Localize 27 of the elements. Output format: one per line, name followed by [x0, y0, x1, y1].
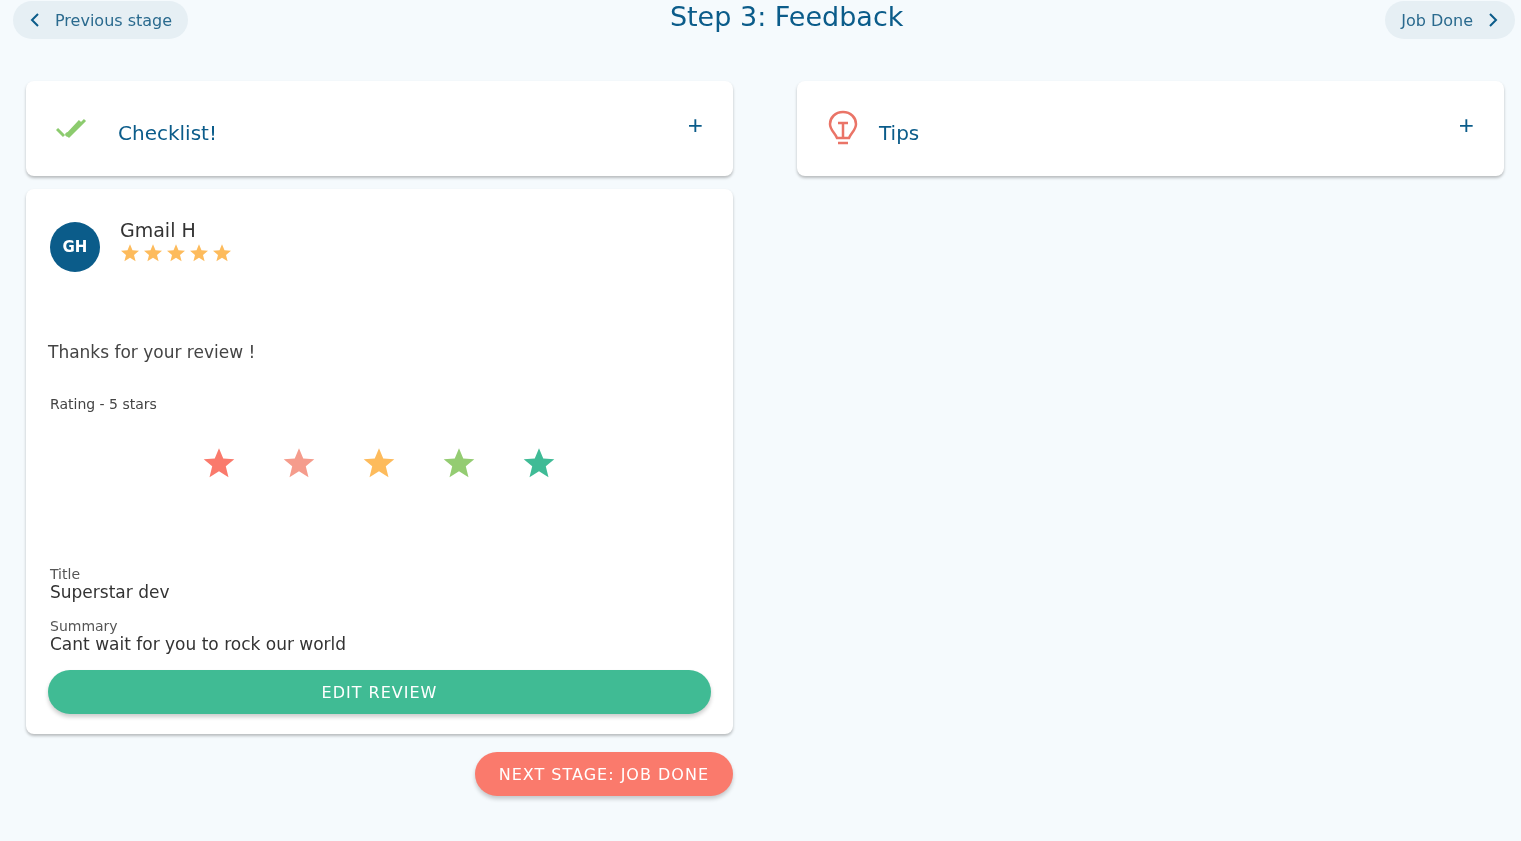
page-title: Step 3: Feedback [669, 0, 904, 32]
chevron-right-icon [1487, 12, 1499, 28]
panel-title: Tips [879, 120, 921, 145]
job-done-button[interactable]: Job Done [1385, 1, 1515, 39]
expand-button[interactable]: + [687, 110, 703, 141]
star-icon[interactable] [442, 446, 476, 480]
reviewer-name: Gmail H [120, 219, 197, 241]
star-icon [212, 243, 232, 263]
review-message: Thanks for your review ! [48, 342, 257, 362]
star-icon [120, 243, 140, 263]
star-icon [189, 243, 209, 263]
star-icon[interactable] [522, 446, 556, 480]
star-icon[interactable] [362, 446, 396, 480]
expand-button[interactable]: + [1458, 110, 1474, 141]
star-icon [143, 243, 163, 263]
star-icon[interactable] [282, 446, 316, 480]
panel-title: Checklist! [118, 120, 218, 145]
field-value: Cant wait for you to rock our world [50, 634, 348, 654]
chevron-left-icon [29, 12, 41, 28]
previous-stage-button[interactable]: Previous stage [13, 1, 189, 39]
star-icon[interactable] [202, 446, 236, 480]
field-value: Superstar dev [50, 582, 171, 602]
field-label: Summary [50, 618, 119, 634]
rating-label: Rating - 5 stars [50, 396, 158, 412]
field-label: Title [50, 566, 81, 582]
avatar: GH [50, 222, 100, 272]
star-icon [166, 243, 186, 263]
